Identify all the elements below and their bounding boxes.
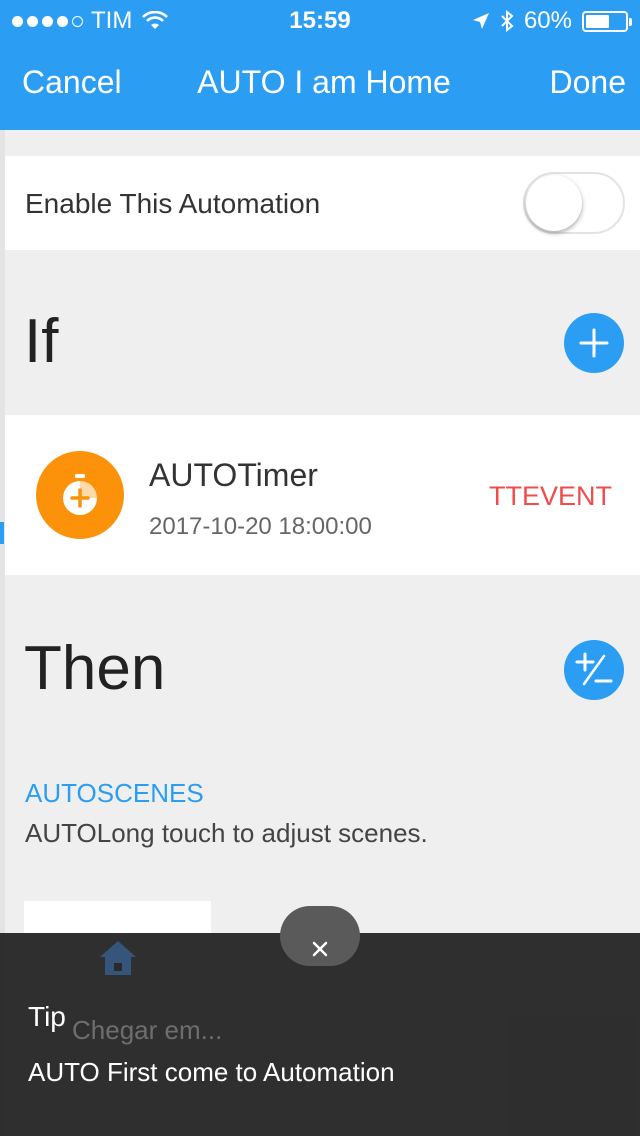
done-button[interactable]: Done [550,64,627,101]
if-section-title: If [24,307,59,376]
scenes-hint: AUTOLong touch to adjust scenes. [25,818,428,848]
background-scene-text: Chegar em... [72,1015,223,1045]
navigation-header: TIM 15:59 60% Cancel AUTO I am Home Done [0,0,640,130]
add-condition-button[interactable] [564,313,624,373]
then-section-title: Then [24,634,166,703]
condition-datetime: 2017-10-20 18:00:00 [149,513,372,540]
scenes-label: AUTOSCENES [25,778,204,808]
underlying-accent-mark [0,522,4,544]
battery-icon [582,10,632,32]
tip-message: AUTO First come to Automation [28,1057,395,1087]
timer-icon [36,451,124,539]
page-title: AUTO I am Home [197,64,451,100]
condition-name: AUTOTimer [149,457,318,493]
tip-title: Tip [28,1001,66,1032]
plus-icon [579,328,609,358]
close-icon [312,941,328,957]
enable-automation-toggle[interactable] [523,172,625,234]
enable-automation-label: Enable This Automation [25,188,321,219]
enable-automation-row: Enable This Automation [5,156,640,250]
plus-minus-icon [575,652,613,686]
tip-close-button[interactable] [280,906,360,966]
bluetooth-icon [501,10,514,32]
condition-row-timer[interactable]: AUTOTimer 2017-10-20 18:00:00 TTEVENT [5,415,640,575]
toggle-knob [526,175,582,231]
battery-percent: 60% [523,7,572,34]
home-icon [100,941,136,975]
location-arrow-icon [472,13,489,29]
status-bar: TIM 15:59 60% [0,0,640,40]
edit-actions-button[interactable] [564,640,624,700]
battery-level [586,14,609,28]
condition-event: TTEVENT [489,481,613,511]
